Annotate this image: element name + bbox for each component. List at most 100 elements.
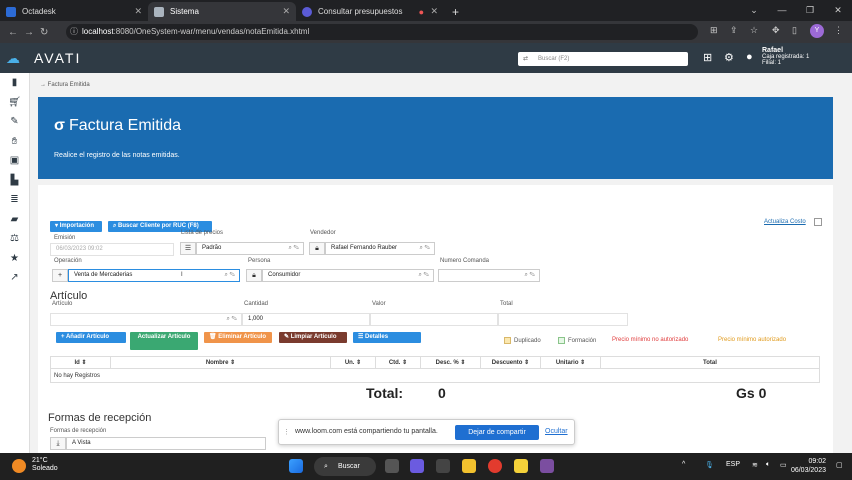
articulo-field[interactable]: ⌕ ✎ <box>50 313 242 326</box>
grid-plus-icon[interactable]: ⊞ <box>703 51 712 64</box>
col-header[interactable]: Ctd. ⇕ <box>375 356 421 369</box>
col-header[interactable]: Id ⇕ <box>50 356 111 369</box>
col-header[interactable]: Nombre ⇕ <box>110 356 331 369</box>
slack-icon[interactable] <box>540 459 554 473</box>
search-input[interactable]: ⇄ Buscar (F2) <box>518 52 688 66</box>
plus-icon[interactable]: + <box>52 269 68 282</box>
cart-icon[interactable]: 🛒︎ <box>0 93 29 113</box>
search-edit-icons[interactable]: ⌕ ✎ <box>420 243 431 254</box>
stack-icon[interactable]: ≣ <box>0 190 29 210</box>
lista-precios-field[interactable]: Padrão ⌕ ✎ <box>196 242 304 255</box>
search-edit-icons[interactable]: ⌕ ✎ <box>227 314 238 325</box>
search-edit-icons[interactable]: ⌕ ✎ <box>419 270 430 281</box>
col-header[interactable]: Desc. % ⇕ <box>420 356 481 369</box>
task-view-icon[interactable] <box>385 459 399 473</box>
speaker-icon[interactable]: 🔈︎ <box>766 461 770 469</box>
sidepanel-icon[interactable]: ▯ <box>792 25 797 36</box>
url-field[interactable]: ⓘ localhost:8080/OneSystem-war/menu/venda… <box>66 24 698 40</box>
windows-start-icon[interactable] <box>289 459 303 473</box>
notifications-icon[interactable]: ▢ <box>836 461 843 469</box>
weather-widget[interactable]: 21°C Soleado <box>32 457 58 473</box>
minimize-icon[interactable]: — <box>768 0 796 20</box>
back-icon[interactable]: ← <box>8 27 18 38</box>
close-icon[interactable]: ✕ <box>430 6 438 17</box>
close-icon[interactable]: ✕ <box>134 6 142 17</box>
wifi-icon[interactable]: ≋ <box>752 461 758 469</box>
download-icon[interactable]: ⤓ <box>50 437 66 450</box>
gear-icon[interactable]: ⚙ <box>724 51 734 64</box>
user-info[interactable]: Rafael Caja registrada: 1 Filial: 1 <box>762 47 809 66</box>
actualiza-costo-label[interactable]: Actualiza Costo <box>764 219 806 225</box>
tab-octadesk[interactable]: Octadesk ✕ <box>0 2 148 21</box>
app-logo[interactable]: ☁ AVATI <box>6 50 81 67</box>
truck-icon[interactable]: ▰ <box>0 210 29 230</box>
persona-field[interactable]: Consumidor ⌕ ✎ <box>262 269 434 282</box>
reload-icon[interactable]: ↻ <box>40 27 50 38</box>
taskbar-search[interactable]: ⌕ Buscar <box>314 457 376 476</box>
search-edit-icons[interactable]: ⌕ ✎ <box>289 243 300 254</box>
actualizar-articulo-button[interactable]: Actualizar Artículo <box>130 332 198 350</box>
tab-sistema[interactable]: Sistema ✕ <box>148 2 296 21</box>
book-icon[interactable]: ▮ <box>0 73 29 93</box>
extensions-icon[interactable]: ✥ <box>772 25 780 36</box>
menu-dots-icon[interactable]: ⋮ <box>834 25 843 36</box>
store-icon[interactable] <box>436 459 450 473</box>
hide-link[interactable]: Ocultar <box>545 428 568 435</box>
breadcrumb-label[interactable]: Factura Emitida <box>48 82 90 88</box>
wrench-icon[interactable]: ✎ <box>0 112 29 132</box>
list-icon[interactable]: ☰ <box>180 242 196 255</box>
col-header[interactable]: Unitario ⇕ <box>540 356 601 369</box>
sticky-notes-icon[interactable] <box>514 459 528 473</box>
detalles-button[interactable]: ☰ Detalles <box>353 332 421 343</box>
operacion-field[interactable]: Venta de Mercaderias I ⌕ ✎ <box>68 269 240 282</box>
tab-presupuestos[interactable]: Consultar presupuestos ● ✕ <box>296 2 444 21</box>
col-header[interactable]: Descuento ⇕ <box>480 356 541 369</box>
window-controls: ⌄ — ❐ ✕ <box>740 0 852 20</box>
share-icon[interactable]: ⇪ <box>730 25 738 36</box>
star-icon[interactable]: ★ <box>0 249 29 269</box>
address-bar-row: ← → ↻ ⓘ localhost:8080/OneSystem-war/menu… <box>0 21 852 43</box>
new-tab-button[interactable]: + <box>444 2 467 21</box>
emision-field[interactable]: 06/03/2023 09:02 <box>50 243 174 256</box>
comanda-field[interactable]: ⌕ ✎ <box>438 269 540 282</box>
total-qty: 0 <box>438 385 446 401</box>
microphone-icon[interactable]: 🎙︎ <box>705 461 714 469</box>
language-label[interactable]: ESP <box>726 461 740 468</box>
bookmark-star-icon[interactable]: ☆ <box>750 25 758 36</box>
col-header[interactable]: Un. ⇕ <box>330 356 376 369</box>
actualiza-costo-checkbox[interactable] <box>814 218 822 226</box>
formas-field[interactable]: A Vista <box>66 437 266 450</box>
profile-avatar[interactable]: Y <box>810 24 824 38</box>
anadir-articulo-button[interactable]: + Añadir Artículo <box>56 332 126 343</box>
search-edit-icons[interactable]: ⌕ ✎ <box>525 270 536 281</box>
importacion-button[interactable]: ▾ Importación <box>50 221 102 232</box>
forward-icon[interactable]: → <box>24 27 34 38</box>
user-icon[interactable]: ● <box>746 51 753 63</box>
maximize-icon[interactable]: ❐ <box>796 0 824 20</box>
balance-icon[interactable]: ⚖ <box>0 229 29 249</box>
chart-icon[interactable]: ↗ <box>0 268 29 288</box>
qr-icon[interactable]: ⊞ <box>710 25 718 36</box>
total-field[interactable] <box>498 313 628 326</box>
clock[interactable]: 09:02 06/03/2023 <box>791 457 826 475</box>
vendedor-field[interactable]: Rafael Fernando Rauber ⌕ ✎ <box>325 242 435 255</box>
battery-icon[interactable]: ▭ <box>780 461 787 469</box>
persona-label: Persona <box>248 258 271 264</box>
teams-icon[interactable] <box>410 459 424 473</box>
folder-icon[interactable] <box>462 459 476 473</box>
close-icon[interactable]: ✕ <box>282 6 290 17</box>
limpiar-articulo-button[interactable]: ✎ Limpiar Artículo <box>279 332 347 343</box>
chrome-icon[interactable] <box>488 459 502 473</box>
handshake-icon[interactable]: ✋︎ <box>0 132 29 152</box>
search-edit-icons[interactable]: ⌕ ✎ <box>225 270 236 281</box>
valor-field[interactable] <box>370 313 498 326</box>
close-window-icon[interactable]: ✕ <box>824 0 852 20</box>
stop-sharing-button[interactable]: Dejar de compartir <box>455 425 539 440</box>
cantidad-field[interactable]: 1,000 <box>242 313 370 326</box>
drag-handle-icon[interactable]: ⋮ <box>283 428 290 436</box>
money-icon[interactable]: ▣ <box>0 151 29 171</box>
factory-icon[interactable]: ▙ <box>0 171 29 191</box>
chevron-up-icon[interactable]: ^ <box>682 461 685 468</box>
eliminar-articulo-button[interactable]: 🗑︎ Eliminar Artículo <box>204 332 272 343</box>
tab-search-icon[interactable]: ⌄ <box>740 0 768 20</box>
